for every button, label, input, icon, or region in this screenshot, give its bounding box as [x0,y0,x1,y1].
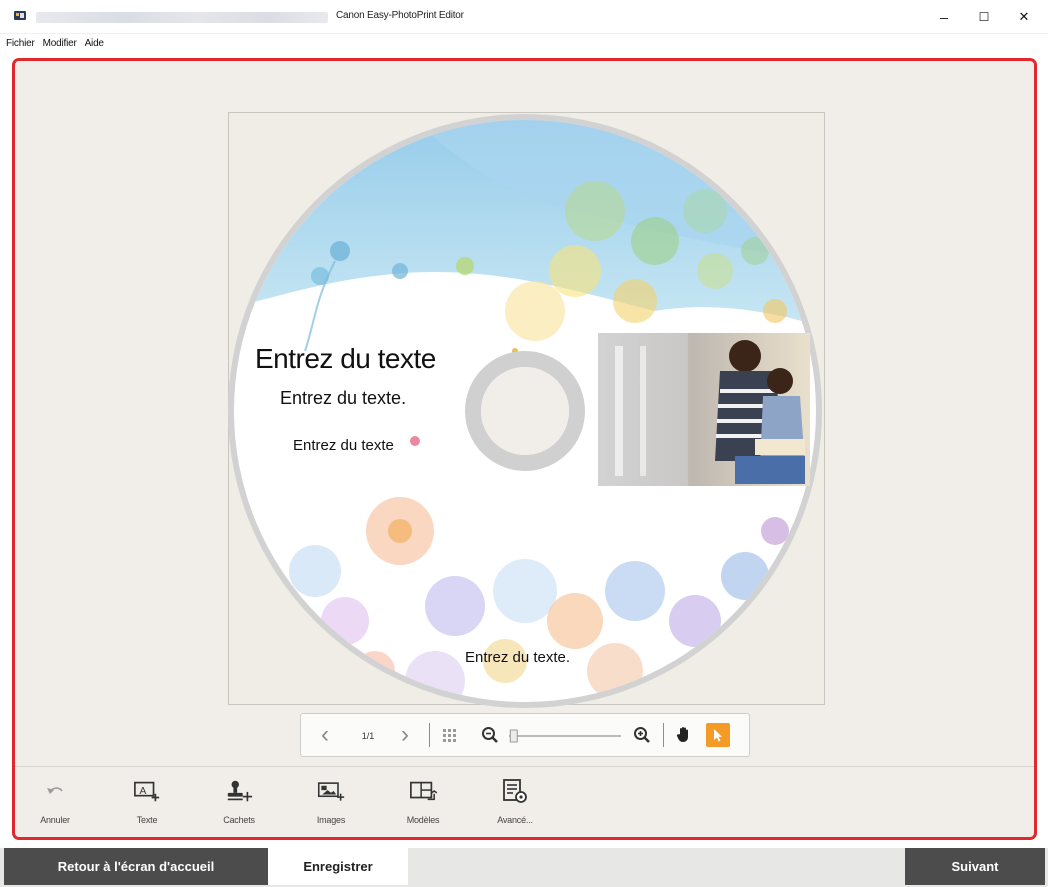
advanced-label: Avancé... [497,815,533,825]
editing-area: Entrez du texte Entrez du texte. Entrez … [12,58,1037,840]
undo-label: Annuler [40,815,70,825]
blurred-file-path [36,12,328,23]
advanced-button[interactable]: Avancé... [480,773,550,833]
menu-help[interactable]: Aide [85,38,104,49]
window-title: Canon Easy-PhotoPrint Editor [336,10,464,21]
disc-text-3[interactable]: Entrez du texte [293,437,394,454]
svg-text:A: A [140,786,147,797]
add-text-button[interactable]: A Texte [112,773,182,833]
disc-center-hole [481,367,569,455]
zoom-slider-thumb[interactable] [509,729,518,743]
page-indicator: 1/1 [361,731,375,741]
layout-icon [410,781,437,801]
stamps-button[interactable]: Cachets [204,773,274,833]
disc-text-1[interactable]: Entrez du texte [255,343,436,375]
undo-icon [47,787,63,794]
add-text-label: Texte [136,815,158,825]
disc-text-4[interactable]: Entrez du texte. [465,649,570,666]
zoom-in-icon[interactable] [633,726,651,744]
zoom-slider[interactable] [505,728,625,744]
menu-edit[interactable]: Modifier [43,38,77,49]
menu-bar: Fichier Modifier Aide [0,34,1048,52]
disc-text-2[interactable]: Entrez du texte. [280,388,406,409]
next-button[interactable]: Suivant [905,848,1045,885]
layouts-button[interactable]: Modèles [388,773,458,833]
add-image-icon [317,782,345,801]
zoom-out-icon[interactable] [481,726,499,744]
stamps-label: Cachets [223,815,255,825]
maximize-button[interactable]: ☐ [972,6,996,28]
grid-view-icon[interactable] [441,727,459,745]
app-logo-icon [14,11,26,20]
minimize-button[interactable]: – [932,6,956,28]
stamp-icon [227,780,253,802]
page-navigation-bar: ‹ 1/1 › [300,713,750,757]
advanced-settings-icon [503,779,527,803]
previous-page-button[interactable]: ‹ [313,721,337,748]
select-tool-button[interactable] [706,723,730,747]
add-text-icon: A [134,781,160,802]
pointer-arrow-icon [714,729,722,742]
add-image-label: Images [316,815,346,825]
title-bar: Canon Easy-PhotoPrint Editor – ☐ ✕ [0,0,1048,34]
hand-tool-icon[interactable] [674,725,694,745]
next-page-button[interactable]: › [393,721,417,748]
add-image-button[interactable]: Images [296,773,366,833]
back-to-home-button[interactable]: Retour à l'écran d'accueil [4,848,268,885]
close-button[interactable]: ✕ [1012,6,1036,28]
undo-button[interactable]: Annuler [20,773,90,833]
disc-photo[interactable] [598,333,810,486]
layouts-label: Modèles [406,815,440,825]
save-button[interactable]: Enregistrer [268,848,408,885]
app-window: Canon Easy-PhotoPrint Editor – ☐ ✕ Fichi… [0,0,1048,887]
toolbar-divider [15,766,1034,767]
menu-file[interactable]: Fichier [6,38,35,49]
